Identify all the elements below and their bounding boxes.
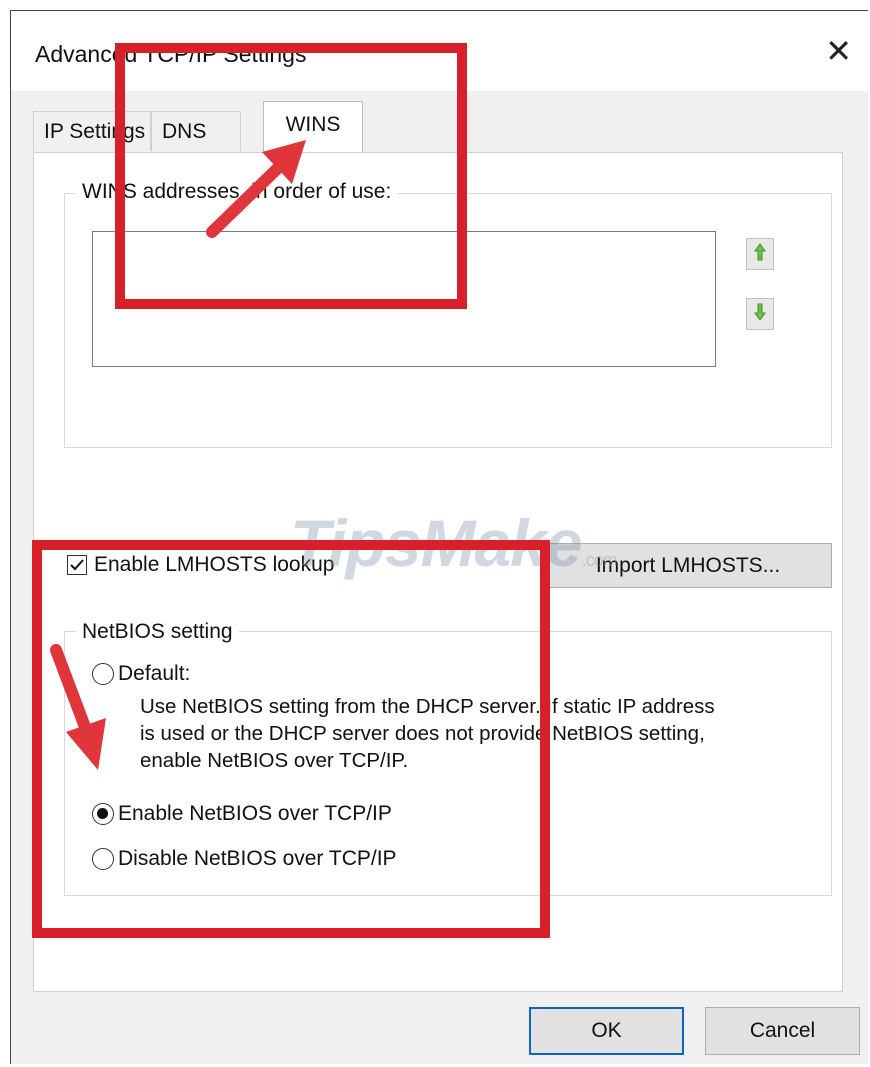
green-up-arrow-icon	[752, 242, 768, 267]
title-bar: Advanced TCP/IP Settings ✕	[11, 11, 868, 91]
wins-tab-panel: WINS addresses, in order of use: Enable …	[33, 152, 843, 992]
netbios-default-label: Default:	[118, 662, 191, 685]
enable-lmhosts-checkbox[interactable]	[67, 555, 87, 575]
netbios-disable-label: Disable NetBIOS over TCP/IP	[118, 847, 397, 870]
close-icon[interactable]: ✕	[825, 35, 852, 67]
move-up-button[interactable]	[746, 238, 774, 270]
netbios-enable-label: Enable NetBIOS over TCP/IP	[118, 802, 392, 825]
wins-addresses-label: WINS addresses, in order of use:	[76, 180, 398, 204]
tab-dns[interactable]: DNS	[151, 111, 241, 151]
checkmark-icon	[70, 559, 84, 571]
netbios-default-description: Use NetBIOS setting from the DHCP server…	[140, 693, 715, 774]
ok-button[interactable]: OK	[529, 1007, 684, 1055]
netbios-setting-label: NetBIOS setting	[76, 620, 239, 644]
advanced-tcpip-dialog: Advanced TCP/IP Settings ✕ IP Settings D…	[10, 10, 868, 1064]
description-line-1: Use NetBIOS setting from the DHCP server…	[140, 695, 715, 718]
dialog-title: Advanced TCP/IP Settings	[35, 41, 307, 67]
description-line-2: is used or the DHCP server does not prov…	[140, 722, 705, 745]
netbios-default-radio[interactable]	[92, 663, 114, 685]
enable-lmhosts-label: Enable LMHOSTS lookup	[94, 553, 335, 576]
netbios-disable-radio[interactable]	[92, 848, 114, 870]
green-down-arrow-icon	[752, 302, 768, 327]
tab-wins[interactable]: WINS	[263, 101, 363, 153]
import-lmhosts-button[interactable]: Import LMHOSTS...	[544, 543, 832, 588]
move-down-button[interactable]	[746, 298, 774, 330]
netbios-enable-radio[interactable]	[92, 803, 114, 825]
cancel-button[interactable]: Cancel	[705, 1007, 860, 1055]
wins-address-list[interactable]	[92, 231, 716, 367]
tab-ip-settings[interactable]: IP Settings	[33, 111, 151, 151]
description-line-3: enable NetBIOS over TCP/IP.	[140, 749, 409, 772]
